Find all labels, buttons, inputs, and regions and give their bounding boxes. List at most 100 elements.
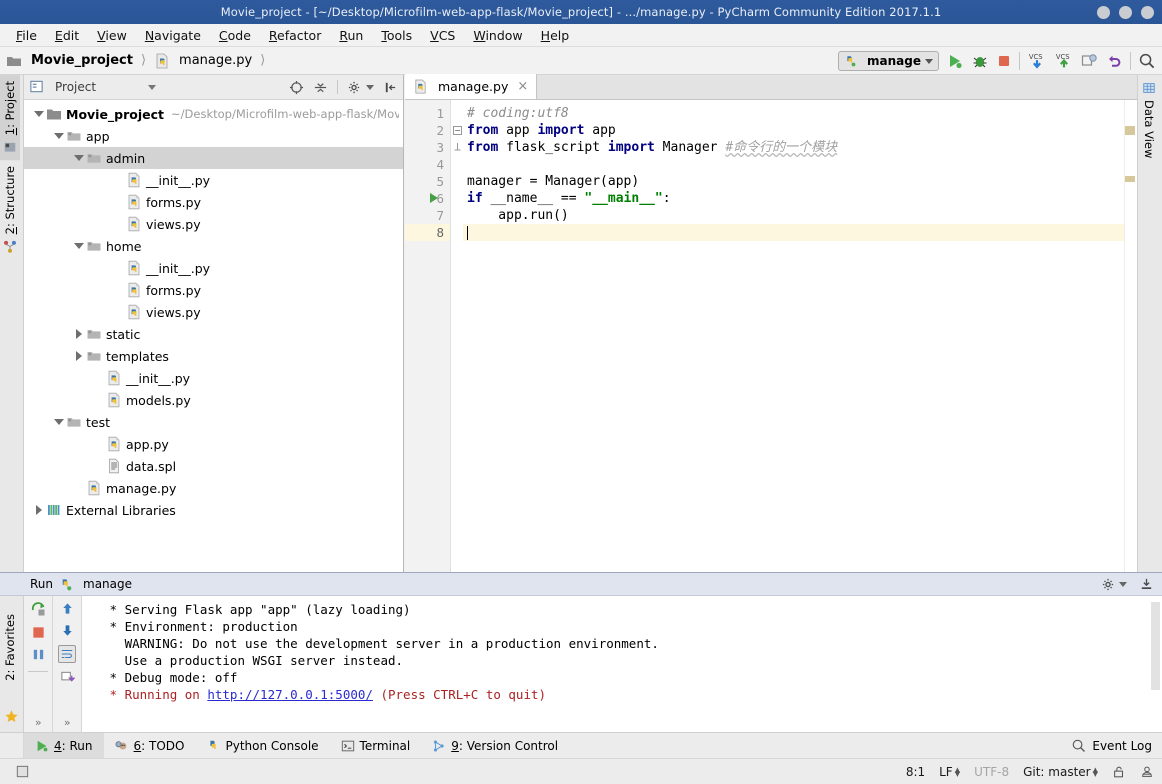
fold-toggle-icon[interactable]: − [453, 126, 462, 135]
tool-tab-structure[interactable]: 2: Structure [0, 160, 20, 259]
tree-node[interactable]: static [24, 323, 403, 345]
status-bar-toggle-icon[interactable] [10, 764, 34, 779]
tree-node[interactable]: admin [24, 147, 403, 169]
console-scrollbar[interactable] [1149, 596, 1162, 732]
menu-navigate[interactable]: Navigate [137, 26, 209, 45]
debug-button[interactable] [971, 52, 989, 70]
search-icon[interactable] [1138, 52, 1156, 70]
soft-wrap-icon[interactable] [58, 645, 77, 663]
tree-node[interactable]: forms.py [24, 279, 403, 301]
rollback-button[interactable] [1105, 52, 1123, 70]
twisty[interactable] [32, 111, 46, 117]
file-encoding[interactable]: UTF-8 [974, 765, 1009, 779]
code-line[interactable] [463, 224, 1137, 241]
tool-window-tab-versioncontrol[interactable]: 9: Version Control [421, 733, 569, 759]
tree-node[interactable]: test [24, 411, 403, 433]
marker-warning-2[interactable] [1125, 176, 1135, 182]
twisty[interactable] [52, 419, 66, 425]
line-separator[interactable]: LF ▲ ▼ [939, 765, 960, 779]
pause-icon[interactable] [31, 647, 46, 662]
gear-chevron-down-icon[interactable] [1119, 581, 1127, 587]
stop-button[interactable] [996, 53, 1012, 69]
vcs-update-button[interactable]: VCS [1027, 51, 1047, 71]
run-button[interactable] [946, 52, 964, 70]
run-console-output[interactable]: * Serving Flask app "app" (lazy loading)… [82, 596, 1162, 732]
menu-tools[interactable]: Tools [373, 26, 420, 45]
gear-chevron-down-icon[interactable] [366, 84, 374, 90]
twisty[interactable] [52, 133, 66, 139]
gear-icon[interactable] [347, 80, 362, 95]
menu-vcs[interactable]: VCS [422, 26, 463, 45]
tool-tab-dataview[interactable]: Data View [1138, 75, 1160, 164]
menu-file[interactable]: File [8, 26, 45, 45]
console-scrollbar-thumb[interactable] [1151, 602, 1160, 690]
code-line[interactable]: if __name__ == "__main__": [463, 190, 1137, 207]
tool-window-tab-terminal[interactable]: Terminal [330, 733, 422, 759]
tree-node[interactable]: templates [24, 345, 403, 367]
code-line[interactable]: from flask_script import Manager #命令行的一个… [463, 139, 1137, 156]
down-arrow-icon[interactable] [60, 623, 75, 638]
event-log-button[interactable]: Event Log [1071, 738, 1152, 753]
menu-edit[interactable]: Edit [47, 26, 87, 45]
menu-run[interactable]: Run [331, 26, 371, 45]
tree-node[interactable]: models.py [24, 389, 403, 411]
vcs-commit-button[interactable]: VCS [1054, 51, 1074, 71]
menu-help[interactable]: Help [533, 26, 578, 45]
tool-window-tab-pythonconsole[interactable]: Python Console [195, 733, 329, 759]
expand-tools-icon[interactable]: » [35, 716, 42, 729]
lock-icon[interactable] [1112, 765, 1126, 779]
favorites-tab[interactable]: 2: Favorites [0, 608, 20, 687]
code-line[interactable]: manager = Manager(app) [463, 173, 1137, 190]
rerun-icon[interactable] [30, 601, 47, 618]
scroll-from-source-icon[interactable] [289, 80, 304, 95]
tool-window-tab-todo[interactable]: 6: TODO [104, 733, 196, 759]
editor-tab-manage-py[interactable]: manage.py × [405, 74, 538, 99]
close-button[interactable] [1141, 5, 1154, 19]
twisty[interactable] [32, 505, 46, 515]
breadcrumb-file[interactable]: manage.py [179, 53, 252, 68]
print-icon[interactable] [60, 670, 75, 685]
code-line[interactable]: # coding:utf8 [463, 105, 1137, 122]
compare-button[interactable] [1081, 53, 1098, 70]
close-icon[interactable]: × [517, 79, 528, 94]
caret-position[interactable]: 8:1 [906, 765, 925, 779]
tree-node[interactable]: __init__.py [24, 169, 403, 191]
tree-node[interactable]: views.py [24, 213, 403, 235]
gear-icon[interactable] [1101, 577, 1116, 592]
menu-code[interactable]: Code [211, 26, 259, 45]
tree-node[interactable]: data.spl [24, 455, 403, 477]
menu-view[interactable]: View [89, 26, 135, 45]
breadcrumb-project[interactable]: Movie_project [31, 53, 133, 68]
tree-node[interactable]: views.py [24, 301, 403, 323]
star-icon[interactable] [4, 709, 19, 724]
twisty[interactable] [72, 329, 86, 339]
tree-node[interactable]: forms.py [24, 191, 403, 213]
tree-node[interactable]: manage.py [24, 477, 403, 499]
code-line[interactable] [463, 156, 1137, 173]
menu-refactor[interactable]: Refactor [261, 26, 329, 45]
tree-node[interactable]: home [24, 235, 403, 257]
minimize-button[interactable] [1097, 5, 1110, 19]
up-arrow-icon[interactable] [60, 601, 75, 616]
code-line[interactable]: app.run() [463, 207, 1137, 224]
twisty[interactable] [72, 155, 86, 161]
stop-icon[interactable] [31, 625, 46, 640]
run-gutter-icon[interactable] [430, 193, 438, 203]
twisty[interactable] [72, 351, 86, 361]
tool-window-tab-run[interactable]: 4: Run [24, 732, 104, 759]
expand-tools-icon-2[interactable]: » [64, 716, 71, 729]
tree-node[interactable]: __init__.py [24, 257, 403, 279]
git-branch[interactable]: Git: master ▲ ▼ [1023, 765, 1098, 779]
tree-node[interactable]: __init__.py [24, 367, 403, 389]
inspection-icon[interactable] [1140, 765, 1154, 779]
tree-node[interactable]: External Libraries [24, 499, 403, 521]
hide-panel-icon[interactable] [383, 80, 398, 95]
export-icon[interactable] [1139, 577, 1154, 592]
marker-warning[interactable] [1125, 126, 1135, 135]
console-link[interactable]: http://127.0.0.1:5000/ [207, 687, 373, 702]
collapse-all-icon[interactable] [313, 80, 328, 95]
menu-window[interactable]: Window [465, 26, 530, 45]
tree-node[interactable]: app [24, 125, 403, 147]
maximize-button[interactable] [1119, 5, 1132, 19]
code-line[interactable]: from app import app [463, 122, 1137, 139]
